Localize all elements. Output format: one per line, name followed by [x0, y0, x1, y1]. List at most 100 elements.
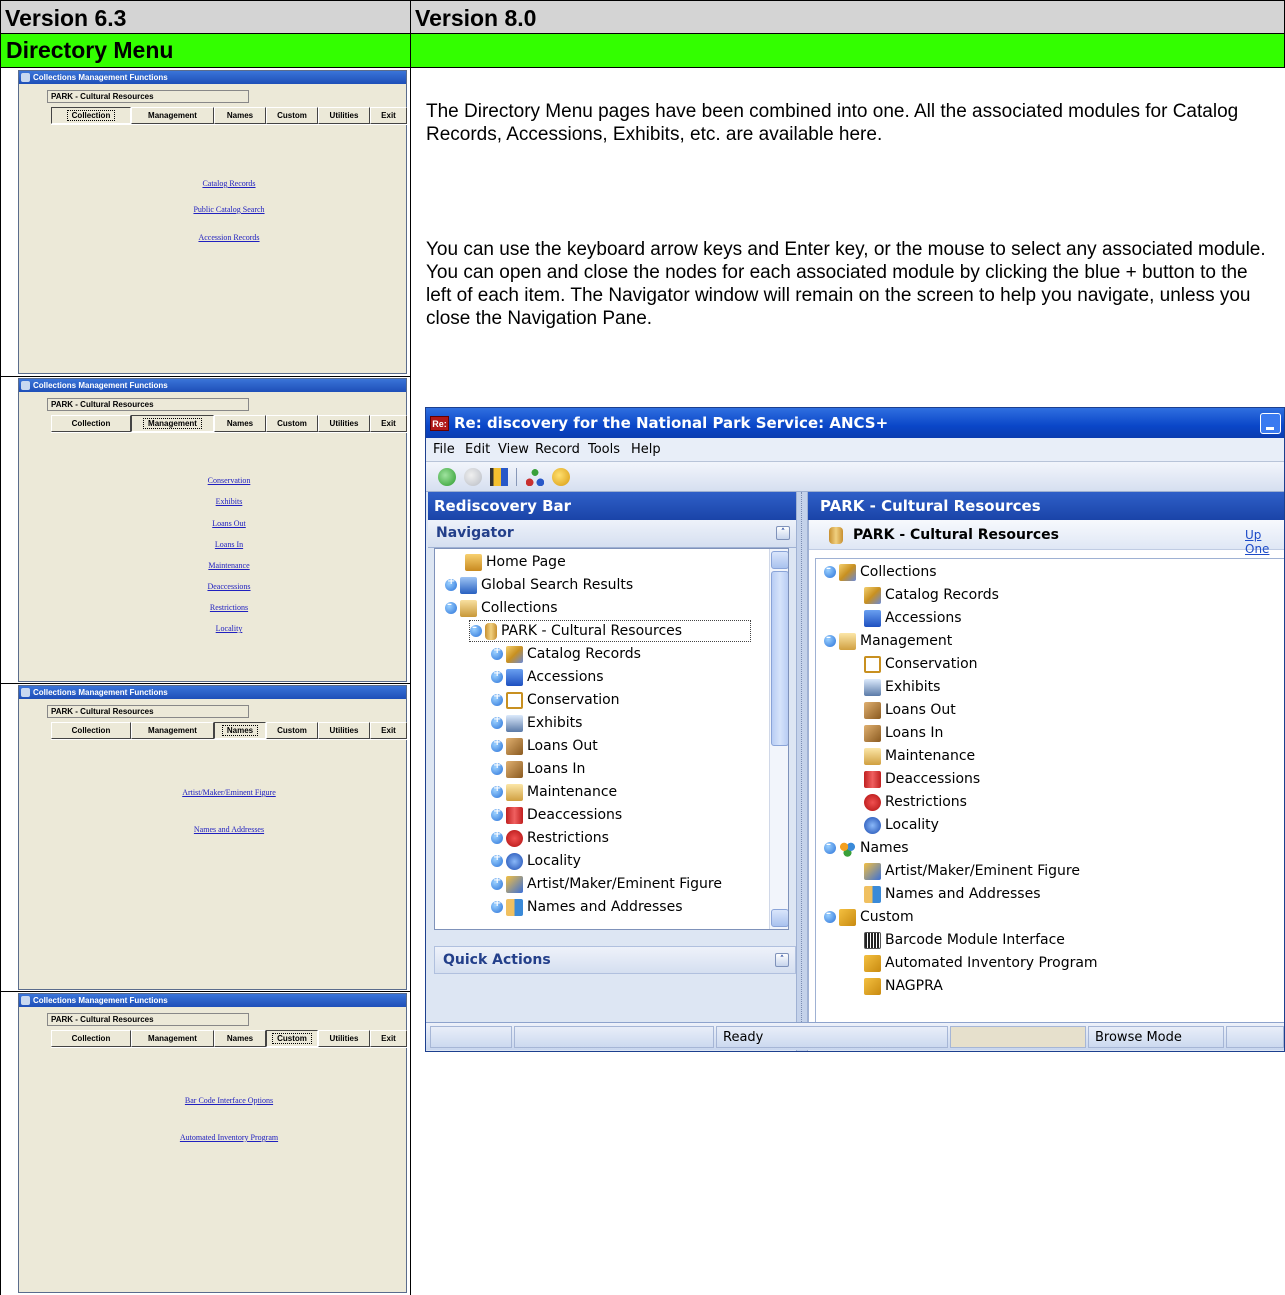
menu-file[interactable]: File [433, 442, 455, 457]
tree-node-maintenance[interactable]: Maintenance [491, 781, 617, 803]
tab-exit[interactable]: Exit [370, 107, 407, 124]
dir-node-artist[interactable]: Artist/Maker/Eminent Figure [864, 860, 1080, 882]
quick-actions-header[interactable]: Quick Actions ˄ [434, 946, 796, 974]
tab-collection[interactable]: Collection [51, 107, 131, 124]
hierarchy-icon[interactable] [526, 468, 544, 486]
expand-icon[interactable] [491, 829, 503, 844]
collapse-icon[interactable]: ˄ [775, 953, 789, 967]
tab-utilities[interactable]: Utilities [318, 415, 370, 432]
tab-custom[interactable]: Custom [266, 107, 318, 124]
collapse-node-icon[interactable] [824, 839, 836, 854]
menu-record[interactable]: Record [535, 442, 580, 457]
dir-node-restrictions[interactable]: Restrictions [864, 791, 967, 813]
tree-node-accessions[interactable]: Accessions [491, 666, 604, 688]
tree-node-artist[interactable]: Artist/Maker/Eminent Figure [491, 873, 722, 895]
collapse-node-icon[interactable] [824, 908, 836, 923]
expand-icon[interactable] [491, 875, 503, 890]
tab-management[interactable]: Management [131, 1030, 214, 1047]
tab-custom[interactable]: Custom [266, 415, 318, 432]
dir-node-conservation[interactable]: Conservation [864, 653, 978, 675]
scroll-thumb[interactable] [771, 571, 788, 746]
tree-node-names-addresses[interactable]: Names and Addresses [491, 896, 683, 918]
menu-view[interactable]: View [498, 442, 529, 457]
navigator-scrollbar[interactable] [769, 549, 788, 929]
navigation-pane-icon[interactable] [490, 468, 508, 486]
dir-node-loans-out[interactable]: Loans Out [864, 699, 956, 721]
dir-node-locality[interactable]: Locality [864, 814, 939, 836]
expand-icon[interactable] [491, 668, 503, 683]
link-deaccessions[interactable]: Deaccessions [51, 582, 407, 591]
collapse-icon[interactable]: ˄ [776, 526, 790, 540]
link-automated-inventory[interactable]: Automated Inventory Program [51, 1133, 407, 1142]
menu-help[interactable]: Help [631, 442, 661, 457]
pane-splitter[interactable] [796, 492, 808, 1051]
expand-icon[interactable] [491, 737, 503, 752]
tab-names[interactable]: Names [214, 107, 266, 124]
collapse-node-icon[interactable] [824, 632, 836, 647]
tab-utilities[interactable]: Utilities [318, 722, 370, 739]
back-icon[interactable] [438, 468, 456, 486]
tab-management[interactable]: Management [131, 107, 214, 124]
tab-collection[interactable]: Collection [51, 415, 131, 432]
link-accession-records[interactable]: Accession Records [51, 233, 407, 242]
tree-node-loans-in[interactable]: Loans In [491, 758, 585, 780]
link-artist-maker[interactable]: Artist/Maker/Eminent Figure [51, 788, 407, 797]
scroll-up-icon[interactable] [771, 551, 788, 569]
dir-node-maintenance[interactable]: Maintenance [864, 745, 975, 767]
tab-names[interactable]: Names [214, 415, 266, 432]
link-bar-code-interface[interactable]: Bar Code Interface Options [51, 1096, 407, 1105]
tab-custom[interactable]: Custom [266, 1030, 318, 1047]
dir-node-names-addresses[interactable]: Names and Addresses [864, 883, 1041, 905]
dir-node-deaccessions[interactable]: Deaccessions [864, 768, 980, 790]
expand-icon[interactable] [491, 898, 503, 913]
dir-node-automated-inventory[interactable]: Automated Inventory Program [864, 952, 1098, 974]
expand-icon[interactable] [445, 576, 457, 591]
expand-icon[interactable] [491, 783, 503, 798]
navigator-header[interactable]: Navigator ˄ [428, 520, 796, 548]
tab-management[interactable]: Management [131, 415, 214, 432]
collapse-node-icon[interactable] [445, 599, 457, 614]
tree-node-catalog-records[interactable]: Catalog Records [491, 643, 641, 665]
expand-icon[interactable] [491, 714, 503, 729]
dir-node-collections[interactable]: Collections [824, 561, 937, 583]
tree-node-deaccessions[interactable]: Deaccessions [491, 804, 622, 826]
expand-icon[interactable] [491, 852, 503, 867]
minimize-button[interactable] [1260, 413, 1281, 434]
link-maintenance[interactable]: Maintenance [51, 561, 407, 570]
dir-node-exhibits[interactable]: Exhibits [864, 676, 940, 698]
tab-custom[interactable]: Custom [266, 722, 318, 739]
tab-management[interactable]: Management [131, 722, 214, 739]
link-catalog-records[interactable]: Catalog Records [51, 179, 407, 188]
tree-node-home[interactable]: Home Page [465, 551, 566, 573]
tree-node-collections[interactable]: Collections [445, 597, 558, 619]
link-restrictions[interactable]: Restrictions [51, 603, 407, 612]
up-one-link[interactable]: Up One [1245, 528, 1284, 556]
tree-node-park[interactable]: PARK - Cultural Resources [469, 620, 752, 642]
tab-exit[interactable]: Exit [370, 415, 407, 432]
tab-names[interactable]: Names [214, 722, 266, 739]
tab-collection[interactable]: Collection [51, 722, 131, 739]
tab-names[interactable]: Names [214, 1030, 266, 1047]
menu-tools[interactable]: Tools [588, 442, 620, 457]
link-locality[interactable]: Locality [51, 624, 407, 633]
dir-node-nagpra[interactable]: NAGPRA [864, 975, 943, 997]
tab-utilities[interactable]: Utilities [318, 107, 370, 124]
link-loans-out[interactable]: Loans Out [51, 519, 407, 528]
link-names-addresses[interactable]: Names and Addresses [51, 825, 407, 834]
link-public-catalog-search[interactable]: Public Catalog Search [51, 205, 407, 214]
tab-collection[interactable]: Collection [51, 1030, 131, 1047]
dir-node-names[interactable]: Names [824, 837, 909, 859]
dir-node-accessions[interactable]: Accessions [864, 607, 962, 629]
menu-edit[interactable]: Edit [465, 442, 490, 457]
collapse-node-icon[interactable] [470, 622, 482, 637]
tab-exit[interactable]: Exit [370, 722, 407, 739]
link-exhibits[interactable]: Exhibits [51, 497, 407, 506]
dir-node-loans-in[interactable]: Loans In [864, 722, 943, 744]
tree-node-exhibits[interactable]: Exhibits [491, 712, 582, 734]
dir-node-management[interactable]: Management [824, 630, 952, 652]
link-loans-in[interactable]: Loans In [51, 540, 407, 549]
forward-icon[interactable] [464, 468, 482, 486]
tree-node-conservation[interactable]: Conservation [491, 689, 620, 711]
tree-node-loans-out[interactable]: Loans Out [491, 735, 598, 757]
expand-icon[interactable] [491, 691, 503, 706]
